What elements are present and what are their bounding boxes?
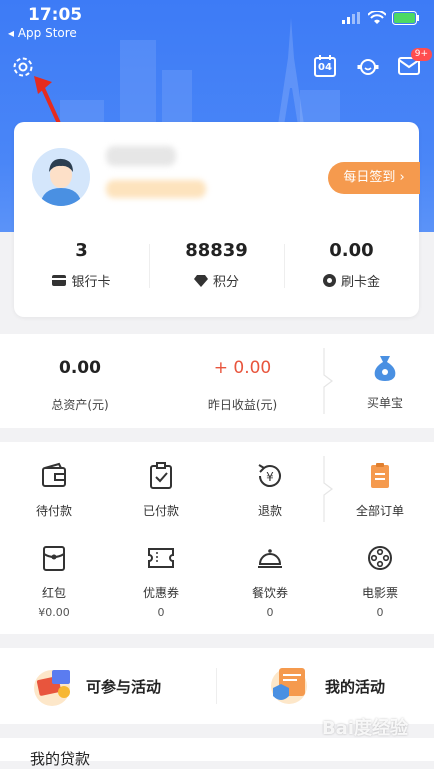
yesterday-earnings-label: 昨日收益(元) xyxy=(207,398,278,412)
profile-card: 每日签到 › 3 银行卡 88839 积分 0.00 刷卡金 xyxy=(14,122,420,317)
available-activities-label: 可参与活动 xyxy=(86,678,162,696)
username-blurred xyxy=(106,146,176,166)
signal-icon xyxy=(342,12,360,24)
daily-checkin-button[interactable]: 每日签到 › xyxy=(328,162,420,194)
orders-icon xyxy=(371,463,389,488)
bank-card-count: 3 xyxy=(75,240,88,261)
user-avatar-icon xyxy=(32,148,90,206)
customer-service-icon[interactable] xyxy=(355,54,381,80)
loan-section[interactable]: 我的贷款 xyxy=(0,738,434,768)
movie-tickets-label: 电影票 xyxy=(361,586,398,600)
orders-section: 待付款 已付款 ¥ 退款 全部订单 红包 ¥0.00 优惠券 0 餐饮券 0 电… xyxy=(0,442,434,634)
battery-icon xyxy=(392,11,419,25)
total-assets[interactable]: 0.00 总资产(元) xyxy=(0,358,160,413)
dining-vouchers[interactable]: 餐饮券 0 xyxy=(216,544,324,619)
yesterday-earnings-value: + 0.00 xyxy=(213,358,272,378)
coupons-value: 0 xyxy=(157,606,165,619)
yesterday-earnings[interactable]: + 0.00 昨日收益(元) xyxy=(160,358,325,413)
status-bar: 17:05 ◂ App Store xyxy=(0,0,434,44)
coupon-icon xyxy=(148,548,174,568)
all-orders[interactable]: 全部订单 xyxy=(326,462,434,519)
card-cash-label: 刷卡金 xyxy=(340,275,380,290)
red-packet-value: ¥0.00 xyxy=(38,606,70,619)
assets-section: 0.00 总资产(元) + 0.00 昨日收益(元) 买单宝 xyxy=(0,334,434,428)
maidanbao-button[interactable]: 买单宝 xyxy=(336,354,434,411)
my-activities-label: 我的活动 xyxy=(325,678,386,696)
chevron-divider-icon xyxy=(323,348,333,414)
refund-label: 退款 xyxy=(257,504,282,518)
dining-vouchers-label: 餐饮券 xyxy=(251,586,288,600)
my-activities[interactable]: 我的活动 xyxy=(217,648,434,724)
bank-card-icon xyxy=(52,275,67,286)
movie-tickets[interactable]: 电影票 0 xyxy=(326,544,434,619)
maidanbao-label: 买单宝 xyxy=(366,396,403,410)
stat-card-cash[interactable]: 0.00 刷卡金 xyxy=(284,240,419,290)
dining-vouchers-value: 0 xyxy=(266,606,274,619)
refund-icon: ¥ xyxy=(258,464,281,487)
all-orders-label: 全部订单 xyxy=(355,504,404,518)
coupons[interactable]: 优惠券 0 xyxy=(107,544,215,619)
paid-orders[interactable]: 已付款 xyxy=(107,462,215,519)
pending-payment[interactable]: 待付款 xyxy=(0,462,108,519)
back-to-app-store[interactable]: ◂ App Store xyxy=(8,26,77,40)
total-assets-label: 总资产(元) xyxy=(51,398,109,412)
movie-tickets-value: 0 xyxy=(376,606,384,619)
watermark: Bai度经验 xyxy=(321,718,408,739)
wallet-icon xyxy=(42,462,66,487)
diamond-icon xyxy=(193,274,208,287)
clipboard-check-icon xyxy=(150,462,172,489)
messages-button[interactable]: 9+ xyxy=(398,48,432,82)
checkin-label: 每日签到 xyxy=(343,170,396,185)
dining-icon xyxy=(258,549,282,568)
stat-points[interactable]: 88839 积分 xyxy=(149,240,284,290)
paid-orders-label: 已付款 xyxy=(142,504,179,518)
coupons-label: 优惠券 xyxy=(142,586,179,600)
my-activities-icon xyxy=(271,668,307,704)
activities-section: 可参与活动 我的活动 xyxy=(0,648,434,724)
red-packet-icon xyxy=(43,546,65,571)
calendar-day: 04 xyxy=(318,62,332,73)
coin-icon xyxy=(322,274,336,287)
calendar-icon[interactable]: 04 xyxy=(313,54,339,80)
pending-payment-label: 待付款 xyxy=(35,504,72,518)
money-bag-icon xyxy=(374,356,396,381)
total-assets-value: 0.00 xyxy=(59,358,101,378)
my-loans-label: 我的贷款 xyxy=(30,750,91,768)
points-count: 88839 xyxy=(185,240,248,261)
stat-bank-cards[interactable]: 3 银行卡 xyxy=(14,240,149,290)
points-label: 积分 xyxy=(212,275,239,290)
message-badge: 9+ xyxy=(410,48,432,61)
gift-activity-icon xyxy=(34,670,70,706)
bank-card-label: 银行卡 xyxy=(71,275,111,290)
member-level-blurred xyxy=(106,180,206,198)
available-activities[interactable]: 可参与活动 xyxy=(0,648,216,724)
refund[interactable]: ¥ 退款 xyxy=(216,462,324,519)
clock: 17:05 xyxy=(28,5,83,25)
avatar[interactable] xyxy=(32,148,90,206)
red-packet-label: 红包 xyxy=(41,586,66,600)
svg-text:¥: ¥ xyxy=(266,470,274,484)
red-packet[interactable]: 红包 ¥0.00 xyxy=(0,544,108,619)
card-cash-value: 0.00 xyxy=(329,240,374,261)
wifi-icon xyxy=(368,11,386,24)
film-icon xyxy=(368,546,392,570)
